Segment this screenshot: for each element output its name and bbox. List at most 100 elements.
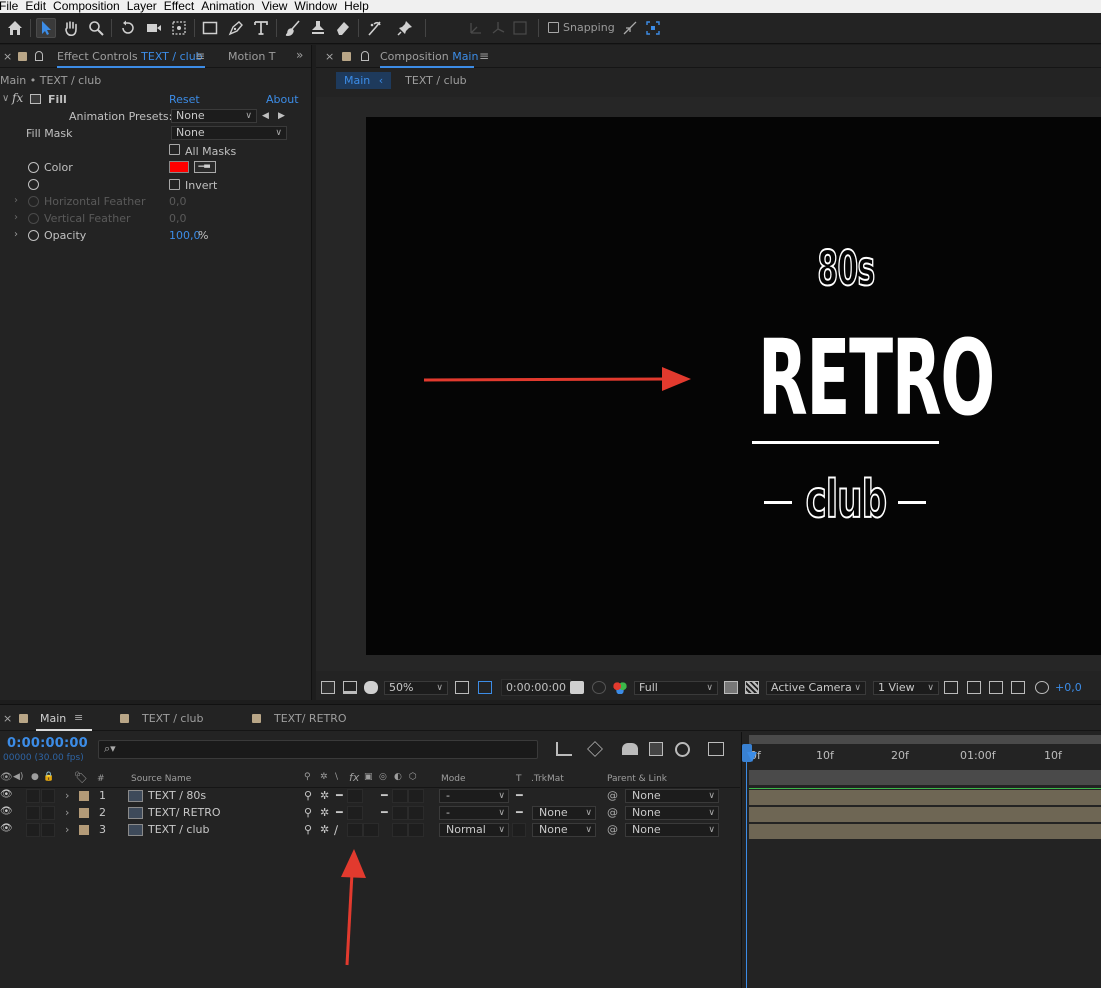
fit-to-frame-icon[interactable] (455, 681, 469, 694)
3d-layer-column-icon[interactable]: ⬡ (409, 772, 417, 787)
pixel-aspect-icon[interactable] (944, 681, 958, 694)
snap-features-icon[interactable] (643, 18, 663, 38)
effect-column-icon[interactable]: fx (349, 771, 359, 786)
audio-cell[interactable] (26, 789, 40, 803)
layer-bar-1[interactable] (749, 790, 1101, 805)
channels-icon[interactable] (613, 681, 627, 694)
menu-file[interactable]: File (0, 0, 25, 13)
preserve-transparency-cell[interactable] (512, 823, 526, 837)
label-column-icon[interactable]: 🏷 (74, 771, 88, 786)
panel-menu-icon[interactable]: ≡ (195, 49, 205, 63)
pickwhip-icon[interactable]: @ (607, 806, 618, 819)
shy-switch-icon[interactable]: ⚲ (304, 789, 312, 802)
fast-previews-icon[interactable] (967, 681, 981, 694)
layer-row-1[interactable]: 👁 › 1 TEXT / 80s ⚲ ✲ ━ ━ - ∨ ━ @ None ∨ (0, 788, 740, 805)
tab-effect-controls[interactable]: Effect Controls TEXT / club (57, 50, 203, 63)
snapping-toggle[interactable]: Snapping (548, 21, 615, 34)
roto-brush-tool-icon[interactable] (365, 18, 385, 38)
source-name-header[interactable]: Source Name (131, 774, 191, 789)
video-toggle-icon[interactable]: 👁 (0, 772, 13, 787)
transparency-grid-icon[interactable] (745, 681, 759, 694)
lock-cell[interactable] (41, 806, 55, 820)
shy-switch-icon[interactable]: ⚲ (304, 823, 312, 836)
panel-menu-icon[interactable]: ≡ (74, 711, 83, 724)
expand-chevron-icon[interactable]: › (65, 823, 69, 836)
current-time-display[interactable]: 0:00:00:00 (501, 679, 571, 696)
preserve-transparency-icon[interactable]: ━ (516, 806, 523, 819)
close-tab-icon[interactable]: × (3, 712, 12, 725)
fill-mask-dropdown[interactable]: None ∨ (171, 126, 287, 140)
stopwatch-icon[interactable] (28, 179, 39, 190)
collapse-column-icon[interactable]: ✲ (320, 772, 328, 787)
quality-best-switch-icon[interactable]: ∕ (334, 823, 338, 837)
lock-cell[interactable] (41, 823, 55, 837)
menu-effect[interactable]: Effect (164, 0, 201, 13)
snapping-checkbox[interactable] (548, 22, 559, 33)
pen-tool-icon[interactable] (226, 18, 246, 38)
collapse-switch-icon[interactable]: ✲ (320, 823, 329, 836)
layer-row-2[interactable]: 👁 › 2 TEXT/ RETRO ⚲ ✲ ━ ━ - ∨ ━ None ∨ @ N… (0, 805, 740, 822)
blend-mode-dropdown[interactable]: Normal ∨ (439, 823, 509, 837)
audio-cell[interactable] (26, 806, 40, 820)
frame-blending-icon[interactable] (649, 742, 663, 756)
adjustment-switch[interactable] (392, 806, 408, 820)
menu-window[interactable]: Window (294, 0, 344, 13)
menu-animation[interactable]: Animation (201, 0, 261, 13)
panel-lock-icon[interactable] (342, 52, 351, 61)
always-preview-icon[interactable] (321, 681, 335, 694)
blend-mode-dropdown[interactable]: - ∨ (439, 806, 509, 820)
clone-stamp-tool-icon[interactable] (308, 18, 328, 38)
puppet-pin-tool-icon[interactable] (395, 18, 415, 38)
composition-viewer[interactable]: 80s RETRO club (316, 97, 1101, 671)
color-swatch[interactable] (169, 161, 189, 173)
about-link[interactable]: About (266, 93, 299, 106)
effect-switch[interactable] (347, 806, 363, 820)
composition-mini-flowchart-icon[interactable] (556, 742, 572, 756)
views-dropdown[interactable]: 1 View ∨ (873, 681, 939, 695)
menu-layer[interactable]: Layer (127, 0, 164, 13)
stopwatch-icon[interactable] (28, 162, 39, 173)
layer-name[interactable]: TEXT / 80s (148, 789, 206, 802)
home-icon[interactable] (5, 18, 25, 38)
reset-link[interactable]: Reset (169, 93, 200, 106)
frame-blend-switch-icon[interactable]: ━ (381, 806, 388, 819)
nav-layer[interactable]: TEXT / club (405, 74, 467, 87)
selection-tool-icon[interactable] (36, 18, 56, 38)
parent-dropdown[interactable]: None ∨ (625, 806, 719, 820)
eye-icon[interactable]: 👁 (0, 789, 13, 800)
shy-layers-icon[interactable] (622, 743, 638, 755)
menu-edit[interactable]: Edit (25, 0, 53, 13)
exposure-value[interactable]: +0,0 (1055, 681, 1082, 694)
frame-blend-switch-icon[interactable]: ━ (381, 789, 388, 802)
motion-blur-icon[interactable] (675, 742, 690, 757)
quality-switch-icon[interactable]: ━ (336, 789, 343, 802)
eye-icon[interactable]: 👁 (0, 823, 13, 834)
tab-composition[interactable]: Composition Main (380, 50, 478, 63)
monitor-icon[interactable] (343, 681, 357, 694)
snap-edges-icon[interactable] (620, 18, 640, 38)
canvas-text-club[interactable]: club (798, 471, 893, 529)
blend-mode-dropdown[interactable]: - ∨ (439, 789, 509, 803)
track-matte-dropdown[interactable]: None ∨ (532, 806, 596, 820)
region-of-interest-icon[interactable] (724, 681, 738, 694)
effect-preset-icon[interactable] (30, 94, 41, 104)
close-tab-icon[interactable]: × (3, 50, 12, 63)
zoom-dropdown[interactable]: 50% ∨ (384, 681, 448, 695)
time-ruler[interactable]: 0f 10f 20f 01:00f 10f (742, 732, 1101, 785)
canvas-text-80s[interactable]: 80s (815, 244, 877, 294)
work-area-bar[interactable] (749, 735, 1101, 744)
effect-switch[interactable] (347, 789, 363, 803)
layer-bar-3[interactable] (749, 824, 1101, 839)
brush-tool-icon[interactable] (283, 18, 303, 38)
type-tool-icon[interactable] (251, 18, 271, 38)
collapse-switch-icon[interactable]: ✲ (320, 806, 329, 819)
flowchart-icon[interactable] (1011, 681, 1025, 694)
expand-chevron-icon[interactable]: › (14, 229, 18, 240)
invert-checkbox[interactable] (169, 179, 180, 190)
next-preset-icon[interactable]: ▶ (278, 111, 285, 121)
layer-label-color[interactable] (79, 808, 89, 818)
graph-editor-icon[interactable] (708, 742, 724, 756)
camera-dropdown[interactable]: Active Camera ∨ (766, 681, 866, 695)
zoom-tool-icon[interactable] (86, 18, 106, 38)
layer-label-color[interactable] (79, 791, 89, 801)
